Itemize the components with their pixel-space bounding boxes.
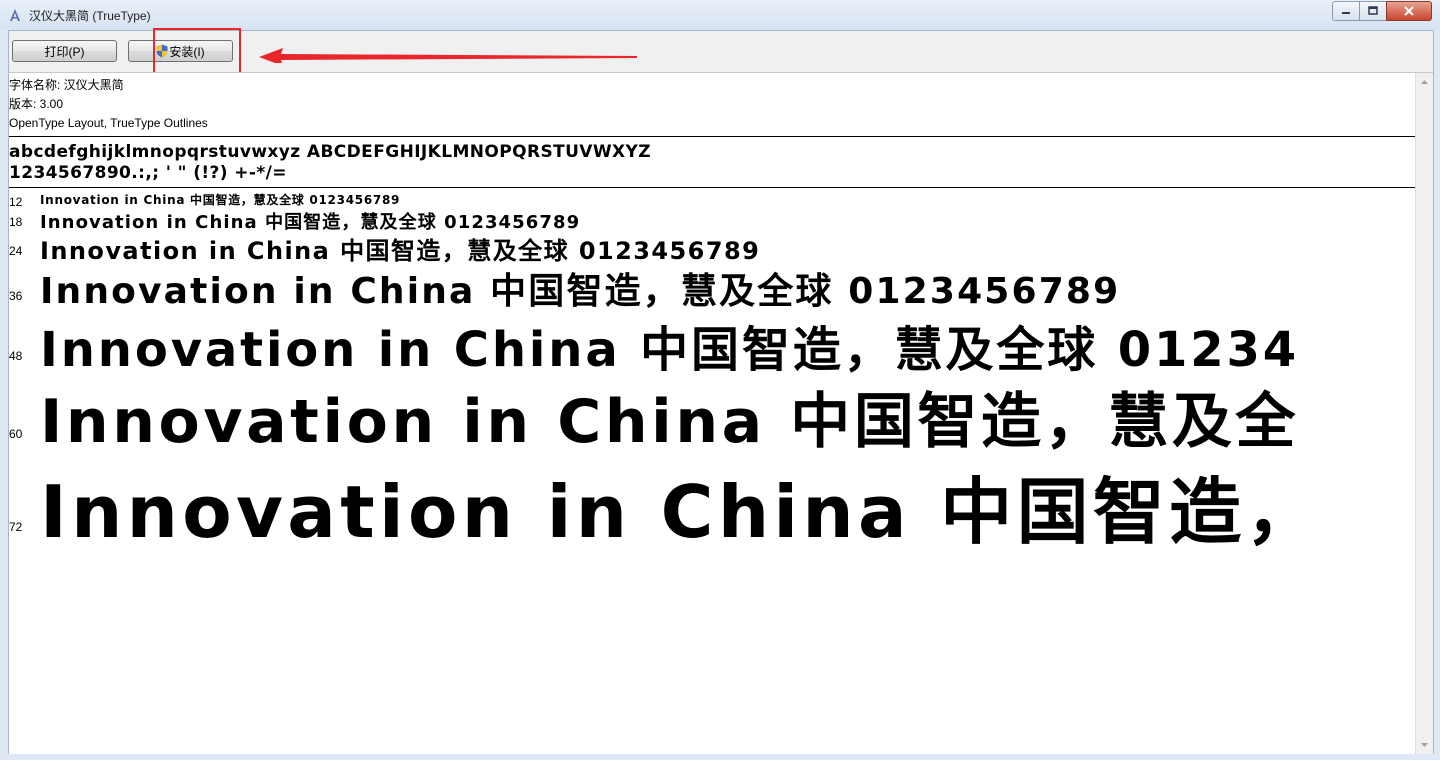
font-type-line: OpenType Layout, TrueType Outlines bbox=[9, 116, 208, 130]
arrow-annotation bbox=[259, 48, 637, 63]
sample-text: Innovation in China 中国智造， bbox=[40, 470, 1322, 554]
size-label: 36 bbox=[9, 289, 23, 303]
sample-text: Innovation in China 中国智造，慧及全球 0123456789 bbox=[40, 271, 1121, 312]
close-icon bbox=[1404, 6, 1414, 16]
size-label: 12 bbox=[9, 195, 23, 209]
close-button[interactable] bbox=[1386, 1, 1432, 21]
vertical-scrollbar[interactable] bbox=[1415, 73, 1433, 754]
scroll-up-icon[interactable] bbox=[1420, 78, 1429, 87]
font-name-line: 字体名称: 汉仪大黑简 bbox=[9, 78, 124, 92]
scroll-down-icon[interactable] bbox=[1420, 740, 1429, 749]
font-preview-pane: 字体名称: 汉仪大黑简 版本: 3.00 OpenType Layout, Tr… bbox=[9, 72, 1433, 754]
separator-line bbox=[9, 187, 1415, 188]
highlight-box-annotation bbox=[153, 28, 241, 75]
font-icon bbox=[10, 9, 20, 21]
minimize-icon bbox=[1342, 12, 1350, 14]
sample-text: Innovation in China 中国智造，慧及全球 01234 bbox=[40, 322, 1300, 378]
print-button[interactable]: 打印(P) bbox=[12, 40, 117, 62]
maximize-icon bbox=[1368, 6, 1378, 15]
size-label: 72 bbox=[9, 520, 23, 534]
size-label: 60 bbox=[9, 427, 23, 441]
title-bar[interactable]: 汉仪大黑简 (TrueType) bbox=[0, 0, 1440, 30]
caption-buttons bbox=[1332, 1, 1432, 21]
sample-text: Innovation in China 中国智造，慧及全 bbox=[40, 387, 1300, 457]
font-info: 字体名称: 汉仪大黑简 版本: 3.00 OpenType Layout, Tr… bbox=[9, 76, 208, 133]
charset-letters: abcdefghijklmnopqrstuvwxyz ABCDEFGHIJKLM… bbox=[9, 142, 651, 162]
font-version-line: 版本: 3.00 bbox=[9, 97, 64, 111]
minimize-button[interactable] bbox=[1332, 1, 1359, 21]
font-viewer-client: 打印(P) 安装(I) 字体名称: 汉仪大黑简 版本: 3.00 OpenTyp… bbox=[8, 28, 1434, 754]
size-label: 48 bbox=[9, 349, 23, 363]
maximize-button[interactable] bbox=[1359, 1, 1386, 21]
print-button-label: 打印(P) bbox=[44, 44, 85, 59]
size-label: 18 bbox=[9, 215, 23, 229]
window-title: 汉仪大黑简 (TrueType) bbox=[29, 9, 151, 23]
character-set: abcdefghijklmnopqrstuvwxyz ABCDEFGHIJKLM… bbox=[9, 142, 651, 184]
separator-line bbox=[9, 136, 1415, 137]
charset-digits-symbols: 1234567890.:,; ' " (!?) +-*/= bbox=[9, 163, 287, 183]
size-label: 24 bbox=[9, 244, 23, 258]
sample-text: Innovation in China 中国智造，慧及全球 0123456789 bbox=[40, 237, 761, 265]
toolbar: 打印(P) 安装(I) bbox=[9, 28, 1433, 75]
sample-text: Innovation in China 中国智造，慧及全球 0123456789 bbox=[40, 193, 401, 207]
